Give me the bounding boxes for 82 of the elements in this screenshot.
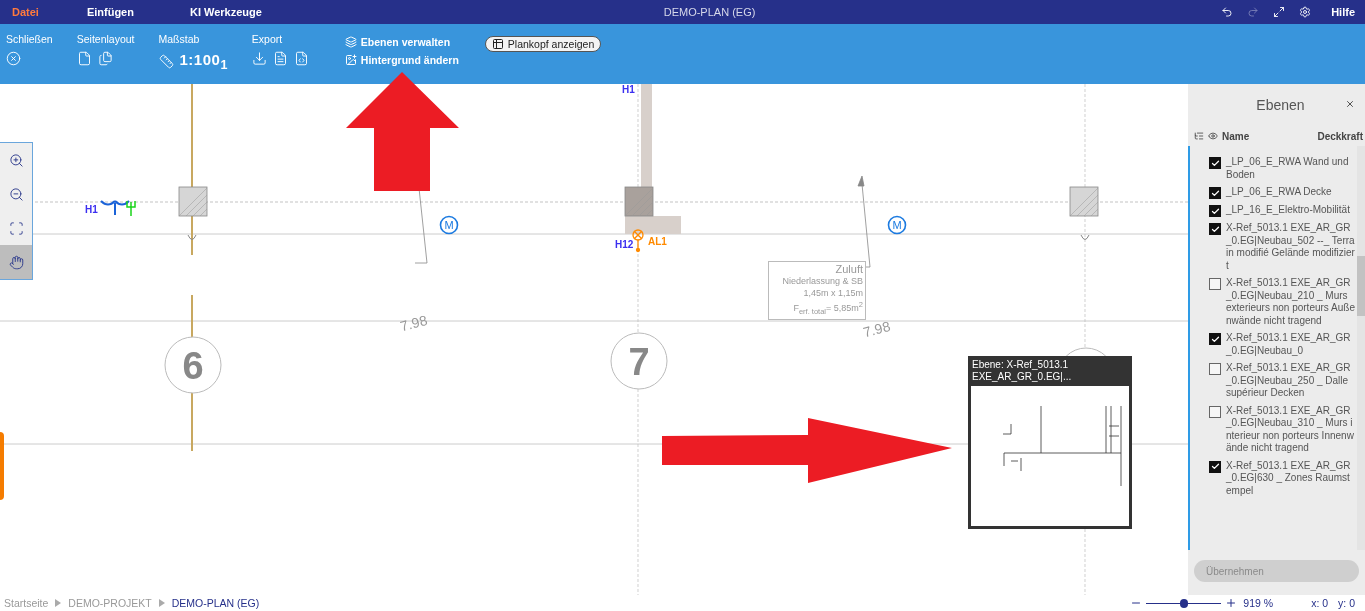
eye-icon[interactable]	[1208, 131, 1218, 141]
coordinate-readout: y: 0	[1338, 597, 1355, 609]
valve-symbol	[632, 229, 644, 253]
layers-icon	[344, 36, 357, 48]
chevron-icon	[158, 599, 165, 607]
coordinate-readout: x: 0	[1311, 597, 1329, 609]
tree-icon[interactable]	[1194, 131, 1204, 141]
layer-checkbox[interactable]	[1209, 363, 1221, 375]
dimension-label: 7.98	[398, 311, 429, 335]
undo-icon[interactable]	[1221, 6, 1234, 18]
image-icon	[344, 54, 357, 66]
callout-text: F$_{erf. total}$= 5,85m$^{2}$	[793, 299, 863, 318]
close-button[interactable]	[1345, 99, 1355, 109]
file-icon[interactable]	[272, 51, 288, 66]
layer-checkbox[interactable]	[1209, 157, 1221, 169]
layer-checkbox[interactable]	[1209, 223, 1221, 235]
plan-tag: H1	[622, 84, 635, 95]
group-label: Export	[251, 33, 284, 45]
preview-title: Ebene: X-Ref_5013.1 EXE_AR_GR_0.EG|...	[971, 358, 1073, 384]
slider-thumb[interactable]	[1179, 598, 1188, 608]
layer-checkbox[interactable]	[1209, 405, 1221, 418]
axis-bubble: 6	[164, 336, 222, 394]
layer-name: X-Ref_5013.1 EXE_AR_GR_0.EG|Neubau_210 _ Murs exterieurs non porteurs Außenwände nicht tragend	[1226, 277, 1355, 327]
frame-icon	[8, 220, 24, 236]
document-title: DEMO-PLAN (EG)	[662, 6, 757, 18]
column-header[interactable]: Name	[1222, 130, 1314, 142]
breadcrumb-link[interactable]: DEMO-PLAN (EG)	[171, 597, 260, 609]
plan-tag: H1	[85, 204, 98, 215]
axis-bubble: 7	[610, 332, 668, 390]
layer-name: X-Ref_5013.1 EXE_AR_GR_0.EG|Neubau_502 --_ Terrain modifié Gelände modifiziert	[1226, 222, 1355, 272]
zoom-reading: 919 %	[1243, 597, 1274, 609]
column-hatch	[624, 186, 654, 217]
layer-checkbox[interactable]	[1209, 278, 1221, 290]
menu-tab[interactable]: KI Werkzeuge	[189, 6, 262, 18]
pan-tool-button[interactable]	[0, 245, 32, 279]
motor-marker: M	[887, 215, 907, 235]
layer-name: X-Ref_5013.1 EXE_AR_GR_0.EG|630 _ Zones Raumstempel	[1226, 459, 1352, 497]
layer-name: _LP_06_E_RWA Wand und Boden	[1226, 156, 1350, 181]
layer-name: _LP_06_E_RWA Decke	[1226, 186, 1333, 199]
table-icon	[491, 38, 504, 50]
menu-tab[interactable]: Datei	[12, 6, 39, 18]
layer-checkbox[interactable]	[1209, 187, 1221, 199]
column-hatch	[1069, 186, 1099, 217]
layer-checkbox[interactable]	[1209, 333, 1221, 345]
motor-marker: M	[439, 215, 459, 235]
column-hatch	[178, 186, 208, 217]
layer-name: _LP_16_E_Elektro-Mobilität	[1226, 204, 1351, 217]
close-icon[interactable]	[6, 51, 21, 66]
zoom-out-icon	[8, 186, 24, 202]
hand-icon	[8, 254, 24, 270]
plan-head-button[interactable]: Plankopf anzeigen	[484, 36, 602, 52]
scrollbar[interactable]	[1357, 146, 1365, 550]
layer-name: X-Ref_5013.1 EXE_AR_GR_0.EG|Neubau_250 _ Dalle supérieur Decken	[1226, 362, 1352, 400]
settings-icon[interactable]	[1299, 6, 1312, 18]
zoom-in-icon	[8, 152, 24, 168]
group-label: Seitenlayout	[76, 33, 135, 45]
column-header[interactable]: Deckkraft	[1317, 130, 1363, 142]
expand-icon[interactable]	[1273, 6, 1286, 18]
callout-text: Niederlassung & SB	[782, 275, 863, 287]
callout-text: Zuluft	[835, 263, 863, 275]
group-label: Schließen	[6, 33, 53, 45]
layer-name: X-Ref_5013.1 EXE_AR_GR_0.EG|Neubau_0	[1226, 332, 1352, 357]
ruler-icon[interactable]	[158, 54, 174, 69]
layer-name: X-Ref_5013.1 EXE_AR_GR_0.EG|Neubau_310 _ Murs interieur non porteurs Innenwände nicht tragend	[1226, 404, 1355, 455]
plan-tag: AL1	[648, 236, 667, 247]
menu-tab[interactable]: Einfügen	[86, 6, 134, 18]
group-label: Maßstab	[158, 33, 201, 45]
download-icon[interactable]	[251, 51, 267, 66]
outlet-symbol	[1080, 234, 1090, 240]
file-icon[interactable]	[293, 51, 309, 66]
zoom-in-icon[interactable]	[1225, 597, 1238, 609]
panel-title: Ebenen	[1256, 97, 1305, 113]
chevron-icon	[55, 599, 62, 607]
layer-checkbox[interactable]	[1209, 205, 1221, 217]
pages-icon[interactable]	[97, 51, 113, 66]
outlet-symbol	[187, 234, 197, 240]
dimension-label: 7.98	[861, 317, 892, 341]
layer-checkbox[interactable]	[1209, 460, 1221, 473]
help-menu[interactable]: Hilfe	[1331, 6, 1355, 18]
callout-text: 1,45m x 1,15m	[803, 287, 863, 299]
plan-tag: H12	[615, 239, 634, 250]
page-icon[interactable]	[76, 51, 92, 66]
